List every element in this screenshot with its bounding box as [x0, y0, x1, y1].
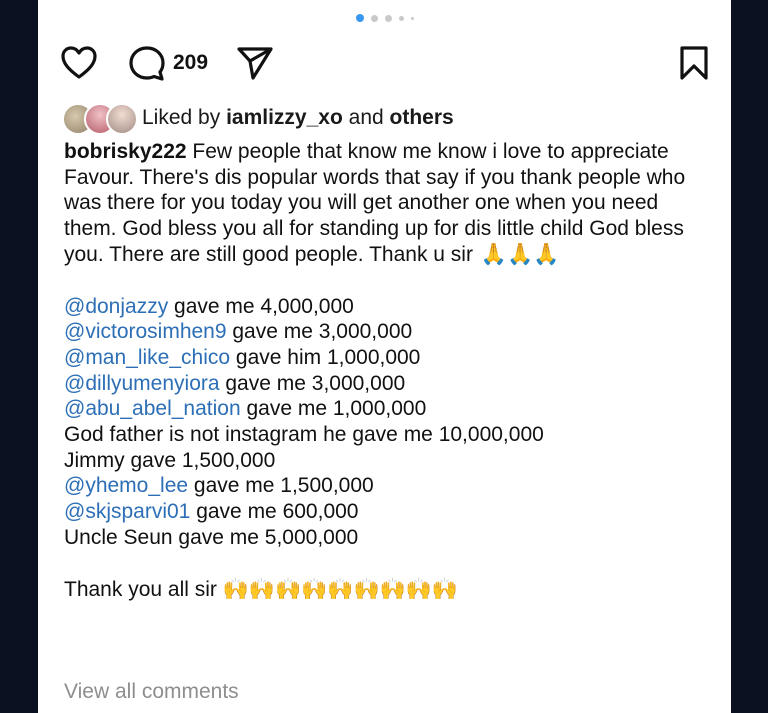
post-caption: bobrisky222 Few people that know me know… — [64, 139, 714, 602]
list-item-text: gave me 3,000,000 — [226, 320, 413, 344]
avatar — [106, 103, 138, 135]
closing-text: Thank you all sir — [64, 577, 217, 601]
carousel-dot[interactable] — [410, 16, 414, 20]
mention-link[interactable]: @skjsparvi01 — [64, 500, 190, 523]
heart-icon[interactable] — [60, 45, 98, 81]
post-actions: 209 — [60, 45, 709, 85]
send-icon[interactable] — [236, 45, 274, 81]
closing-line: Thank you all sir 🙌🙌🙌🙌🙌🙌🙌🙌🙌 — [64, 577, 714, 603]
likes-text: Liked by iamlizzy_xo and others — [142, 106, 454, 130]
mention-link[interactable]: @man_like_chico — [64, 346, 230, 369]
likes-prefix: Liked by — [142, 106, 221, 129]
list-item: @man_like_chico gave him 1,000,000 — [64, 345, 714, 371]
likes-row[interactable]: Liked by iamlizzy_xo and others — [62, 103, 454, 135]
list-item: Jimmy gave 1,500,000 — [64, 448, 714, 474]
mention-link[interactable]: @abu_abel_nation — [64, 397, 241, 420]
comment-count[interactable]: 209 — [173, 51, 208, 75]
praying-hands-emoji: 🙏🙏🙏 — [480, 242, 560, 266]
list-item-text: gave me 1,500,000 — [188, 474, 374, 498]
list-item-text: God father is not instagram he gave me 1… — [64, 423, 544, 447]
liker-username[interactable]: iamlizzy_xo — [226, 106, 343, 129]
list-item-text: Jimmy gave 1,500,000 — [64, 448, 276, 472]
carousel-indicator — [38, 14, 731, 22]
list-item: Uncle Seun gave me 5,000,000 — [64, 525, 714, 551]
comment-icon[interactable] — [128, 45, 166, 83]
bookmark-icon[interactable] — [679, 45, 709, 81]
carousel-dot[interactable] — [384, 14, 392, 22]
carousel-dot[interactable] — [355, 14, 364, 22]
likes-conjunction: and — [348, 106, 384, 129]
list-item: God father is not instagram he gave me 1… — [64, 422, 714, 448]
caption-username[interactable]: bobrisky222 — [64, 140, 187, 163]
list-item: @abu_abel_nation gave me 1,000,000 — [64, 396, 714, 422]
mention-link[interactable]: @donjazzy — [64, 295, 168, 318]
caption-body: bobrisky222 Few people that know me know… — [64, 139, 714, 268]
list-item-text: gave me 600,000 — [190, 500, 359, 524]
carousel-dot[interactable] — [398, 15, 404, 21]
list-item: @victorosimhen9 gave me 3,000,000 — [64, 319, 714, 345]
mention-link[interactable]: @yhemo_lee — [64, 474, 188, 497]
list-item-text: Uncle Seun gave me 5,000,000 — [64, 525, 359, 549]
post-panel: 209 Liked by iamlizzy_xo and others bobr… — [38, 0, 731, 713]
list-item: @donjazzy gave me 4,000,000 — [64, 294, 714, 320]
carousel-dot[interactable] — [370, 14, 378, 22]
mention-link[interactable]: @victorosimhen9 — [64, 320, 227, 343]
view-all-comments-link[interactable]: View all comments — [64, 680, 239, 704]
list-item-text: gave him 1,000,000 — [230, 345, 421, 369]
list-item-text: gave me 3,000,000 — [219, 371, 406, 395]
mention-link[interactable]: @dillyumenyiora — [64, 372, 220, 395]
list-item: @dillyumenyiora gave me 3,000,000 — [64, 371, 714, 397]
list-item-text: gave me 4,000,000 — [168, 294, 354, 318]
likes-others-link[interactable]: others — [390, 106, 454, 129]
liker-avatars — [62, 103, 142, 135]
raising-hands-emoji: 🙌🙌🙌🙌🙌🙌🙌🙌🙌 — [222, 577, 459, 601]
list-item: @skjsparvi01 gave me 600,000 — [64, 499, 714, 525]
list-item-text: gave me 1,000,000 — [240, 397, 427, 421]
list-item: @yhemo_lee gave me 1,500,000 — [64, 473, 714, 499]
donation-list: @donjazzy gave me 4,000,000 @victorosimh… — [64, 294, 714, 551]
